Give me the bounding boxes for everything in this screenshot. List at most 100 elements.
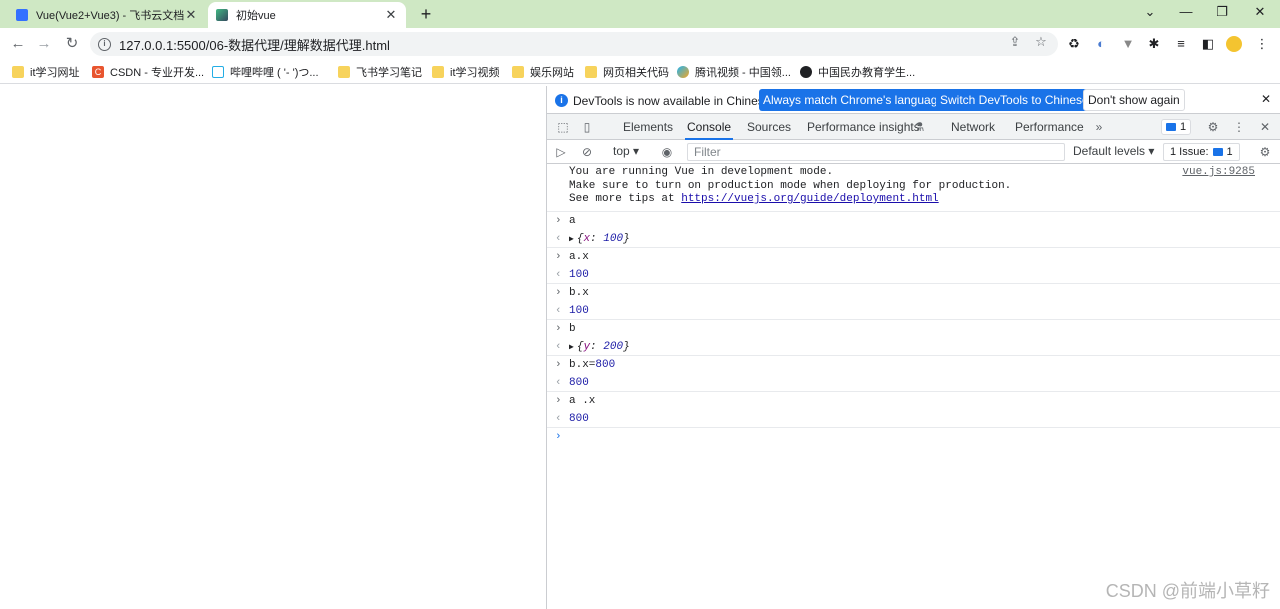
bookmark-star-icon[interactable]: ☆: [1032, 34, 1050, 50]
bookmark-label: 网页相关代码: [603, 67, 669, 79]
log-levels-dropdown[interactable]: Default levels ▾: [1073, 144, 1154, 158]
log-line: You are running Vue in development mode.: [569, 166, 834, 178]
forward-button[interactable]: →: [34, 34, 54, 54]
dont-show-again-button[interactable]: Don't show again: [1083, 89, 1185, 111]
expand-triangle-icon[interactable]: ▶: [569, 343, 574, 352]
bookmark-item[interactable]: 中国民办教育学生...: [800, 64, 915, 80]
bookmark-item[interactable]: it学习网址: [12, 64, 80, 80]
result-chevron-icon: ‹: [555, 376, 562, 389]
csdn-icon: C: [92, 66, 104, 78]
share-icon[interactable]: ⇪: [1006, 34, 1024, 50]
settings-gear-icon[interactable]: ⚙: [1205, 119, 1221, 135]
page-viewport: [0, 86, 546, 609]
object-key: x: [583, 232, 591, 245]
tab-console[interactable]: Console: [685, 114, 734, 140]
filter-input[interactable]: Filter: [687, 143, 1065, 161]
minimize-button[interactable]: —: [1176, 4, 1196, 19]
bookmark-label: 哔哩哔哩 ( '- ')つ...: [230, 67, 319, 79]
infobar-message: DevTools is now available in Chinese!: [573, 94, 774, 108]
levels-label: Default levels: [1073, 144, 1146, 158]
browser-tab-vue[interactable]: 初始vue ✕: [208, 2, 406, 28]
reading-list-icon[interactable]: ≡: [1173, 36, 1189, 52]
always-match-language-button[interactable]: Always match Chrome's language: [759, 89, 949, 111]
input-chevron-icon: ›: [555, 286, 562, 299]
tab-performance[interactable]: Performance: [1013, 114, 1086, 140]
bookmark-item[interactable]: 腾讯视频 - 中国领...: [677, 64, 791, 80]
device-toolbar-icon[interactable]: ▯: [579, 119, 595, 135]
devtools-panel: i DevTools is now available in Chinese! …: [546, 86, 1280, 609]
close-devtools-icon[interactable]: ✕: [1257, 119, 1273, 135]
bookmark-label: it学习视频: [450, 67, 500, 79]
tab-search-icon[interactable]: ⌄: [1140, 4, 1160, 20]
switch-to-chinese-button[interactable]: Switch DevTools to Chinese: [936, 89, 1093, 111]
input-text: b: [569, 322, 576, 335]
console-input-line: › a .x: [547, 392, 1280, 410]
reload-button[interactable]: ↻: [62, 34, 82, 54]
clear-console-icon[interactable]: ⊘: [579, 144, 595, 160]
site-info-icon[interactable]: i: [98, 37, 111, 51]
devtools-menu-icon[interactable]: ⋮: [1231, 119, 1247, 135]
tab-title: Vue(Vue2+Vue3) - 飞书云文档: [36, 10, 184, 22]
bookmark-item[interactable]: it学习视频: [432, 64, 500, 80]
console-result-line: ‹ 100: [547, 302, 1280, 320]
result-value: 800: [569, 412, 589, 425]
chrome-menu-icon[interactable]: ⋮: [1254, 36, 1270, 52]
context-selector[interactable]: top ▾: [613, 144, 639, 158]
extensions-puzzle-icon[interactable]: ✱: [1146, 36, 1162, 52]
console-filter-bar: ▷ ⊘ top ▾ ◉ Filter Default levels ▾ 1 Is…: [547, 140, 1280, 164]
close-tab-icon[interactable]: ✕: [384, 7, 398, 23]
issues-button[interactable]: 1 Issue: 1: [1163, 143, 1240, 161]
bookmark-label: 娱乐网站: [530, 67, 574, 79]
console-sidebar-icon[interactable]: ▷: [553, 144, 569, 160]
input-text: a.x: [569, 250, 589, 263]
console-settings-gear-icon[interactable]: ⚙: [1257, 144, 1273, 160]
devtools-toolbar: ⬚ ▯ Elements Console Sources Performance…: [547, 114, 1280, 140]
extension-globe-icon[interactable]: ◐: [1093, 36, 1109, 52]
console-result-line[interactable]: ‹ ▶ {x: 100}: [547, 230, 1280, 248]
result-chevron-icon: ‹: [555, 232, 562, 245]
expand-triangle-icon[interactable]: ▶: [569, 235, 574, 244]
tab-elements[interactable]: Elements: [621, 114, 675, 140]
profile-avatar[interactable]: [1226, 36, 1242, 52]
bookmark-item[interactable]: 飞书学习笔记: [338, 64, 422, 80]
tab-network[interactable]: Network: [949, 114, 997, 140]
new-tab-button[interactable]: +: [416, 4, 436, 25]
maximize-button[interactable]: ❐: [1212, 4, 1232, 20]
address-bar[interactable]: i 127.0.0.1:5500/06-数据代理/理解数据代理.html: [90, 32, 1058, 56]
log-line: Make sure to turn on production mode whe…: [569, 179, 1012, 192]
input-chevron-icon: ›: [555, 322, 562, 335]
messages-badge[interactable]: 1: [1161, 119, 1192, 135]
bookmark-item[interactable]: 网页相关代码: [585, 64, 669, 80]
live-expression-eye-icon[interactable]: ◉: [659, 144, 675, 160]
side-panel-icon[interactable]: ◧: [1200, 36, 1216, 52]
more-tabs-icon[interactable]: »: [1091, 119, 1107, 135]
vue-devtools-icon[interactable]: ▼: [1120, 36, 1136, 52]
back-button[interactable]: ←: [8, 34, 28, 54]
console-result-line[interactable]: ‹ ▶ {y: 200}: [547, 338, 1280, 356]
browser-tab-feishu[interactable]: Vue(Vue2+Vue3) - 飞书云文档 ✕: [8, 2, 206, 28]
input-text: b.x: [569, 286, 589, 299]
devtools-language-infobar: i DevTools is now available in Chinese! …: [547, 86, 1280, 114]
tab-performance-insights[interactable]: Performance insights: [805, 114, 922, 140]
extension-recycle-icon[interactable]: ♻: [1066, 36, 1082, 52]
close-infobar-icon[interactable]: ✕: [1261, 92, 1271, 106]
bookmark-item[interactable]: 哔哩哔哩 ( '- ')つ...: [212, 64, 319, 80]
inspect-element-icon[interactable]: ⬚: [555, 119, 571, 135]
close-tab-icon[interactable]: ✕: [184, 7, 198, 23]
console-input-line: › b.x: [547, 284, 1280, 302]
source-link[interactable]: vue.js:9285: [1182, 166, 1255, 180]
bilibili-icon: [212, 66, 224, 78]
vue-dev-mode-message: You are running Vue in development mode.…: [547, 164, 1280, 212]
feishu-doc-icon: [16, 9, 28, 21]
deployment-link[interactable]: https://vuejs.org/guide/deployment.html: [681, 193, 938, 205]
close-window-button[interactable]: ✕: [1250, 4, 1270, 20]
bookmark-label: 飞书学习笔记: [356, 67, 422, 79]
console-prompt[interactable]: ›: [547, 428, 1280, 446]
bookmark-item[interactable]: C CSDN - 专业开发...: [92, 64, 204, 80]
bookmark-item[interactable]: 娱乐网站: [512, 64, 574, 80]
flask-icon: ⚗: [913, 120, 925, 134]
folder-icon: [512, 66, 524, 78]
tab-sources[interactable]: Sources: [745, 114, 793, 140]
watermark: CSDN @前端小草籽: [1105, 581, 1270, 601]
result-value: 800: [569, 376, 589, 389]
